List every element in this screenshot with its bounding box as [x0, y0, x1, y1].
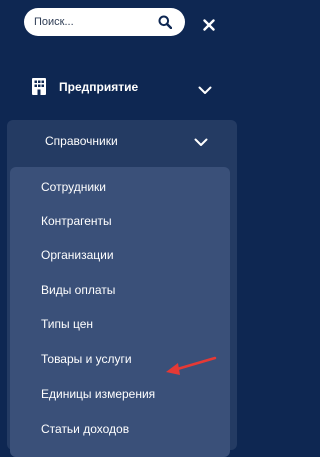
list-item-label: Контрагенты	[41, 214, 112, 228]
close-icon[interactable]	[203, 19, 215, 31]
list-item-employees[interactable]: Сотрудники	[10, 172, 230, 202]
list-item-label: Сотрудники	[41, 180, 106, 194]
list-item-payment-types[interactable]: Виды оплаты	[10, 275, 230, 305]
list-item-organizations[interactable]: Организации	[10, 240, 230, 270]
list-item-counterparties[interactable]: Контрагенты	[10, 206, 230, 236]
chevron-down-icon[interactable]	[194, 138, 208, 147]
list-item-label: Виды оплаты	[41, 283, 116, 297]
list-item-income-items[interactable]: Статьи доходов	[10, 414, 230, 444]
list-item-label: Организации	[41, 248, 114, 262]
subsection-references[interactable]: Справочники	[7, 120, 237, 162]
list-item-label: Единицы измерения	[41, 387, 156, 401]
search-icon[interactable]	[158, 15, 172, 29]
subsection-title: Справочники	[45, 134, 118, 148]
section-enterprise[interactable]: Предприятие	[0, 68, 241, 112]
list-item-label: Товары и услуги	[41, 352, 132, 366]
list-item-label: Статьи доходов	[41, 422, 130, 436]
search-input[interactable]	[24, 8, 154, 36]
references-list: Сотрудники Контрагенты Организации Виды …	[10, 167, 230, 457]
section-title: Предприятие	[59, 80, 139, 94]
building-icon	[32, 78, 46, 95]
list-item-units[interactable]: Единицы измерения	[10, 379, 230, 409]
list-item-label: Типы цен	[41, 317, 94, 331]
annotation-arrow-icon	[166, 356, 217, 375]
list-item-price-types[interactable]: Типы цен	[10, 309, 230, 339]
search-box[interactable]	[24, 8, 185, 36]
chevron-down-icon[interactable]	[198, 86, 212, 95]
